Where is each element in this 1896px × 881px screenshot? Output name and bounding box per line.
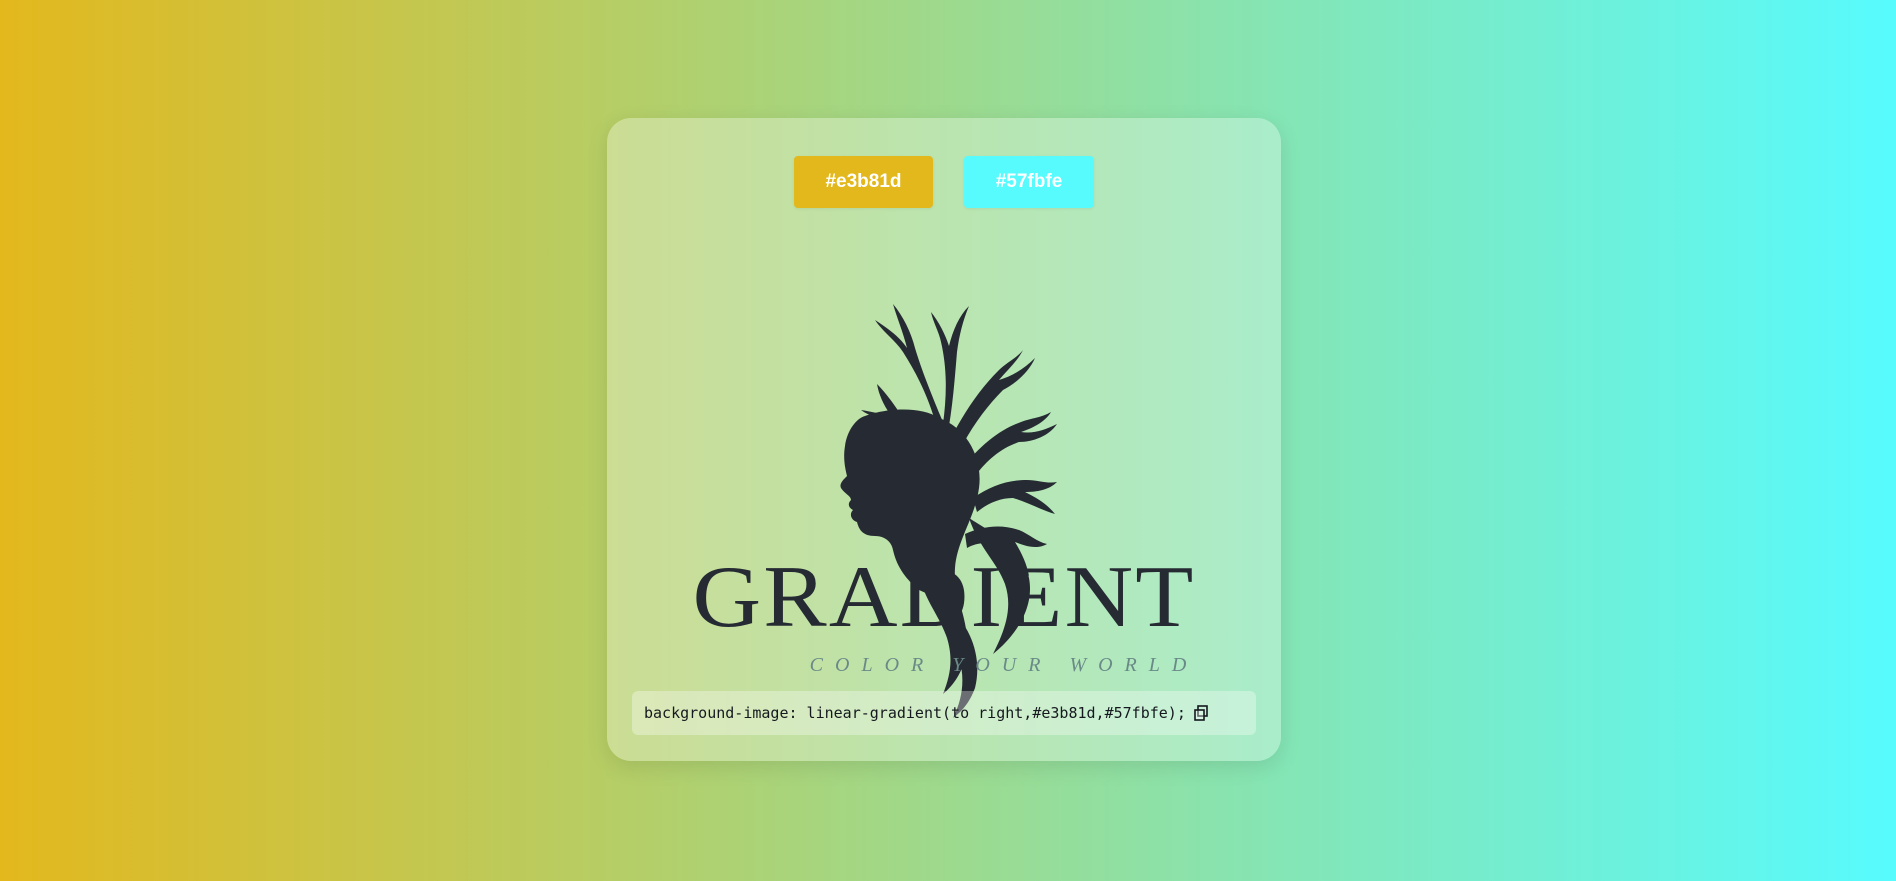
- start-color-swatch[interactable]: #e3b81d: [794, 156, 933, 208]
- logo-title: GRADIENT: [692, 549, 1196, 646]
- end-color-swatch[interactable]: #57fbfe: [964, 156, 1094, 208]
- css-code-text: background-image: linear-gradient(to rig…: [644, 704, 1186, 722]
- css-code-bar: background-image: linear-gradient(to rig…: [632, 691, 1256, 735]
- color-swatches: #e3b81d #57fbfe: [607, 156, 1281, 208]
- logo-tagline: COLOR YOUR WORLD: [809, 654, 1199, 676]
- copy-icon[interactable]: [1194, 705, 1208, 721]
- gradient-card: #e3b81d #57fbfe GRADIENT COLOR YOUR WORL…: [607, 118, 1281, 761]
